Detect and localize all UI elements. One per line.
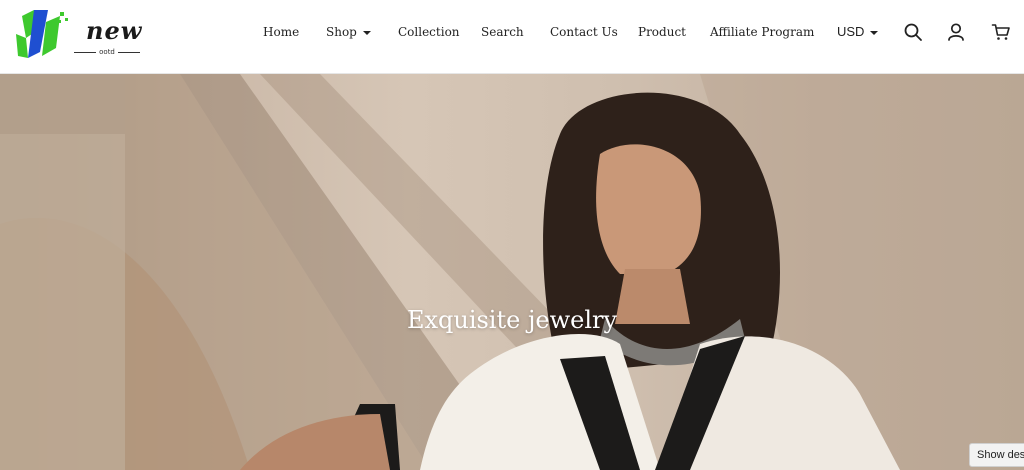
brand-word: new: [86, 16, 143, 45]
nav-shop-label: Shop: [326, 25, 357, 39]
brand-sub: ootd: [74, 48, 141, 56]
nav-collection[interactable]: Collection: [398, 25, 460, 39]
site-header: new ootd Home Shop Collection Search Con…: [0, 0, 1024, 74]
hero-image: [0, 74, 1024, 470]
chevron-down-icon: [870, 30, 879, 35]
nav-shop[interactable]: Shop: [326, 25, 371, 39]
nav-search[interactable]: Search: [481, 25, 524, 39]
logo-mark-icon: [16, 10, 68, 58]
nav-contact-us[interactable]: Contact Us: [550, 25, 618, 39]
user-icon[interactable]: [946, 22, 968, 44]
hero-title: Exquisite jewelry: [406, 306, 618, 334]
show-desktop-button[interactable]: Show desktop: [969, 443, 1024, 467]
nav-affiliate-program[interactable]: Affiliate Program: [710, 25, 814, 39]
hero-banner[interactable]: Exquisite jewelry: [0, 74, 1024, 470]
brand-sub-text: ootd: [99, 48, 115, 56]
cart-icon[interactable]: [991, 22, 1013, 44]
nav-product[interactable]: Product: [638, 25, 686, 39]
currency-selector[interactable]: USD: [837, 24, 879, 39]
search-icon[interactable]: [903, 22, 925, 44]
nav-home[interactable]: Home: [263, 25, 299, 39]
brand-logo[interactable]: new ootd: [12, 8, 141, 64]
currency-label: USD: [837, 24, 865, 39]
chevron-down-icon: [362, 30, 371, 35]
